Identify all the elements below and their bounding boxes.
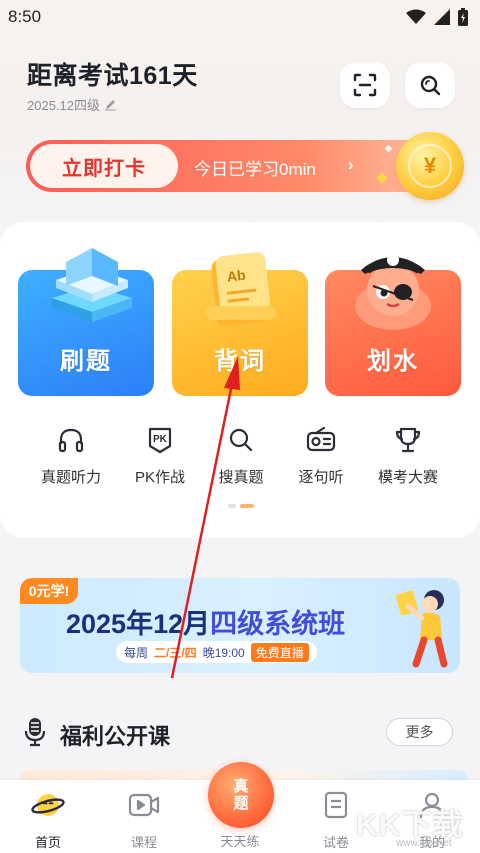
more-button[interactable]: 更多	[386, 718, 453, 746]
signal-icon	[434, 9, 450, 25]
checkin-banner[interactable]: 立即打卡 今日已学习0min › ¥	[26, 132, 464, 200]
paper-icon	[324, 791, 348, 819]
chevron-right-icon: ›	[348, 155, 354, 174]
edit-icon	[105, 100, 116, 111]
quick-action-search[interactable]: 搜真题	[199, 424, 283, 487]
sparkle-icon	[384, 144, 393, 153]
headphones-icon	[58, 428, 84, 453]
page-dot-active	[240, 504, 254, 508]
page-dot	[228, 504, 236, 508]
planet-home-icon	[31, 794, 65, 816]
tab-courses[interactable]: 课程	[104, 790, 184, 851]
status-icons	[406, 8, 468, 26]
radio-icon	[306, 427, 336, 452]
vocab-card-icon: Ab	[206, 252, 276, 326]
sparkle-icon	[376, 172, 388, 184]
status-bar: 8:50	[0, 0, 480, 34]
promo-schedule: 每周 二/三/四 晚19:00 免费直播	[116, 641, 317, 663]
tab-home[interactable]: 首页	[8, 790, 88, 851]
feature-label: 划水	[367, 348, 419, 375]
header-background	[0, 0, 480, 240]
feature-shuati[interactable]: 刷题	[18, 248, 154, 396]
search-button[interactable]	[405, 62, 455, 108]
search-icon	[420, 75, 441, 96]
tab-label: 首页	[34, 835, 61, 850]
feature-huashui[interactable]: 划水	[325, 254, 461, 396]
svg-text:PK: PK	[153, 434, 168, 445]
search-icon	[229, 428, 253, 452]
tab-daily-practice-button[interactable]: 真题	[208, 762, 274, 828]
section-title: 福利公开课	[60, 724, 171, 749]
center-tab-text: 真题	[233, 778, 249, 812]
status-time: 8:50	[8, 7, 42, 26]
exam-countdown: 距离考试161天	[27, 62, 198, 90]
quick-action-listening[interactable]: 真题听力	[29, 424, 113, 487]
tab-label: 课程	[130, 835, 157, 850]
video-icon	[128, 793, 160, 817]
watermark-url: www.kkx.net	[396, 838, 452, 849]
promo-banner[interactable]: 0元学! 2025年12月四级系统班 每周 二/三/四 晚19:00 免费直播	[20, 578, 460, 673]
quick-action-label: PK作战	[134, 469, 185, 486]
student-illustration	[395, 590, 448, 668]
coin-icon: ¥	[396, 132, 464, 200]
promo-tag: 0元学!	[20, 578, 78, 604]
wifi-icon	[406, 9, 426, 24]
checkin-button[interactable]: 立即打卡	[30, 144, 178, 188]
scan-icon	[353, 73, 377, 97]
quick-action-mock-exam[interactable]: 模考大赛	[366, 424, 450, 487]
pirate-octopus-icon	[355, 254, 431, 330]
quick-action-pk[interactable]: PK PK作战	[118, 424, 202, 487]
exam-name: 2025.12四级	[27, 98, 100, 113]
quick-action-label: 模考大赛	[377, 469, 438, 486]
trophy-icon	[395, 427, 421, 453]
promo-title: 2025年12月四级系统班	[66, 609, 346, 639]
scan-button[interactable]	[340, 62, 390, 108]
page-indicator	[228, 504, 254, 508]
battery-icon	[458, 8, 468, 26]
microphone-icon	[24, 718, 46, 747]
svg-text:Ab: Ab	[226, 267, 246, 285]
book-stack-icon	[52, 248, 132, 322]
feature-beici[interactable]: Ab 背词	[172, 252, 308, 396]
pk-icon: PK	[148, 427, 172, 454]
quick-action-sentence-listen[interactable]: 逐句听	[279, 424, 363, 487]
study-time-text: 今日已学习0min	[194, 160, 316, 179]
quick-action-label: 搜真题	[218, 469, 264, 486]
quick-action-label: 逐句听	[298, 469, 344, 486]
tab-label: 天天练	[220, 834, 260, 849]
feature-label: 刷题	[60, 348, 112, 375]
exam-selector[interactable]: 2025.12四级	[27, 95, 117, 114]
feature-label: 背词	[214, 348, 266, 375]
quick-action-label: 真题听力	[40, 469, 101, 486]
